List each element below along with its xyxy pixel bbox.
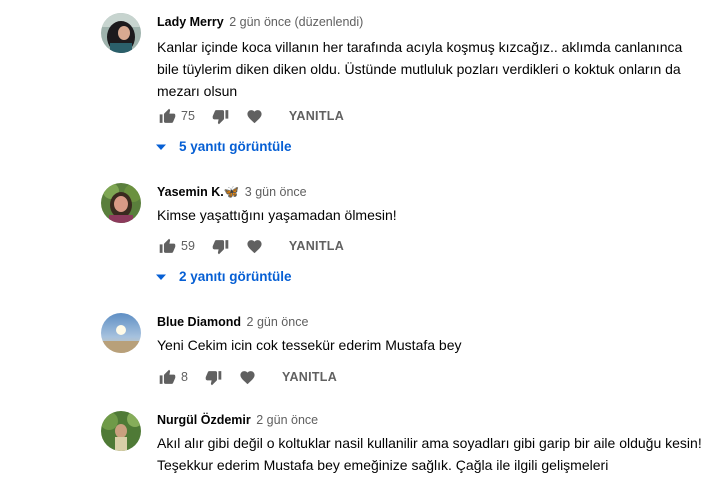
comment-text: Kanlar içinde koca villanın her tarafınd… [157,39,683,99]
avatar[interactable] [101,313,141,353]
comment-timestamp[interactable]: 2 gün önce (düzenlendi) [229,15,363,29]
heart-button[interactable] [245,106,265,126]
dislike-button[interactable] [211,106,231,126]
heart-icon [247,239,262,253]
comment-text: Kimse yaşattığını yaşamadan ölmesin! [157,207,397,223]
author-name[interactable]: Nurgül Özdemir [157,413,251,427]
heart-icon [240,370,256,384]
view-replies-button[interactable]: 5 yanıtı görüntüle [156,139,292,154]
author-emoji: 🦋 [223,185,240,199]
heart-button[interactable] [245,236,265,256]
comment-header: Yasemin K.🦋 3 gün önce [157,184,307,200]
avatar[interactable] [101,411,141,451]
heart-icon [247,109,262,123]
caret-down-icon [156,144,166,150]
thumb-up-icon [159,108,175,123]
like-button[interactable] [157,106,177,126]
reply-button[interactable]: YANITLA [289,109,344,123]
reply-button[interactable]: YANITLA [282,370,337,384]
comment-text: Yeni Cekim icin cok tessekür ederim Must… [157,337,462,353]
comment-actions: 8 YANITLA [157,367,337,387]
comment-header: Lady Merry 2 gün önce (düzenlendi) [157,14,363,30]
heart-button[interactable] [238,367,258,387]
like-count: 8 [181,370,188,384]
comment-timestamp[interactable]: 2 gün önce [256,413,318,427]
thumb-up-icon [159,369,175,384]
view-replies-label: 5 yanıtı görüntüle [179,139,292,154]
like-count: 59 [181,239,195,253]
thumb-down-icon [206,370,222,385]
view-replies-button[interactable]: 2 yanıtı görüntüle [156,269,292,284]
dislike-button[interactable] [211,236,231,256]
like-count: 75 [181,109,195,123]
avatar[interactable] [101,13,141,53]
comment-header: Nurgül Özdemir 2 gün önce [157,412,318,428]
author-name[interactable]: Lady Merry [157,15,224,29]
like-button[interactable] [157,367,177,387]
comment-timestamp[interactable]: 2 gün önce [247,315,309,329]
comment-actions: 59 YANITLA [157,236,344,256]
dislike-button[interactable] [204,367,224,387]
caret-down-icon [156,274,166,280]
comment-text: Akıl alır gibi değil o koltuklar nasil k… [157,435,702,473]
thumb-down-icon [213,109,229,124]
comment-actions: 75 YANITLA [157,106,344,126]
author-name[interactable]: Yasemin K. [157,185,224,199]
avatar[interactable] [101,183,141,223]
thumb-down-icon [213,239,229,254]
thumb-up-icon [159,238,175,253]
reply-button[interactable]: YANITLA [289,239,344,253]
author-name[interactable]: Blue Diamond [157,315,241,329]
like-button[interactable] [157,236,177,256]
view-replies-label: 2 yanıtı görüntüle [179,269,292,284]
comment-header: Blue Diamond 2 gün önce [157,314,308,330]
comment-timestamp[interactable]: 3 gün önce [245,185,307,199]
